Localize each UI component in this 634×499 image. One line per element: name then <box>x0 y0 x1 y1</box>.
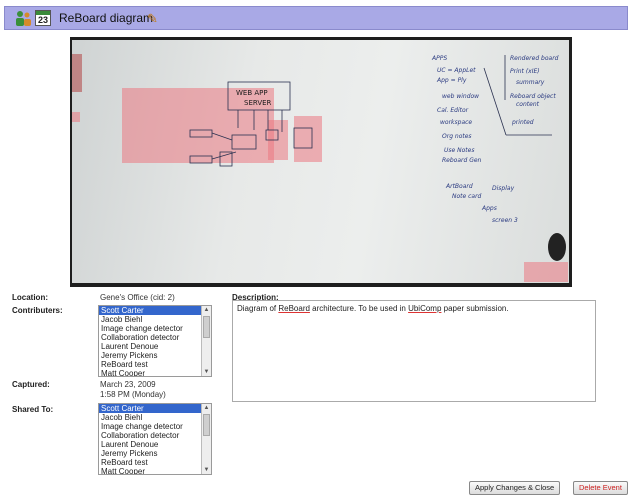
location-label: Location: <box>12 293 48 302</box>
description-textarea[interactable]: Diagram of ReBoard architecture. To be u… <box>232 300 596 402</box>
whiteboard-surface: APPS UC = AppLet App = Ply web window Cal. … <box>72 40 569 283</box>
whiteboard-drawing: APPS UC = AppLet App = Ply web window Cal. … <box>72 54 566 261</box>
list-item[interactable]: Matt Cooper <box>99 467 211 474</box>
list-item[interactable]: Jacob Biehl <box>99 315 211 324</box>
listbox-scrollbar[interactable]: ▲ ▼ <box>201 404 211 474</box>
svg-text:web window: web window <box>442 93 479 100</box>
scroll-thumb[interactable] <box>203 316 210 338</box>
calendar-icon: 23 <box>35 10 51 26</box>
captured-time: 1:58 PM (Monday) <box>100 390 166 399</box>
people-icon <box>16 11 31 26</box>
scroll-up-icon[interactable]: ▲ <box>202 306 211 314</box>
svg-text:App = Ply: App = Ply <box>436 77 467 84</box>
svg-text:summary: summary <box>516 79 545 86</box>
svg-text:Display: Display <box>492 185 515 192</box>
edit-pencil-icon[interactable]: ✎ <box>147 11 158 27</box>
svg-text:ArtBoard: ArtBoard <box>445 183 473 190</box>
svg-text:Reboard Gen: Reboard Gen <box>442 157 482 164</box>
title-bar: 23 ReBoard diagram ✎ <box>4 6 628 30</box>
contributers-listbox[interactable]: Scott Carter Jacob Biehl Image change dete… <box>98 305 212 377</box>
location-value: Gene's Office (cid: 2) <box>100 293 175 302</box>
list-item[interactable]: Jeremy Pickens <box>99 449 211 458</box>
apply-changes-button[interactable]: Apply Changes & Close <box>469 481 561 495</box>
scroll-down-icon[interactable]: ▼ <box>202 466 211 474</box>
svg-text:screen 3: screen 3 <box>492 217 518 224</box>
contributers-label: Contributers: <box>12 306 63 315</box>
list-item[interactable]: Collaboration detector <box>99 431 211 440</box>
list-item[interactable]: ReBoard test <box>99 360 211 369</box>
list-item[interactable]: ReBoard test <box>99 458 211 467</box>
marker-eraser-object <box>548 233 566 261</box>
description-text: UbiComp <box>408 304 442 313</box>
list-item[interactable]: Image change detector <box>99 324 211 333</box>
svg-text:Apps: Apps <box>481 205 497 212</box>
svg-text:content: content <box>516 101 540 108</box>
description-text: paper submission. <box>441 304 509 313</box>
svg-text:printed: printed <box>511 119 534 126</box>
svg-text:UC = AppLet: UC = AppLet <box>437 67 476 74</box>
svg-text:Org notes: Org notes <box>442 133 472 140</box>
captured-date: March 23, 2009 <box>100 380 156 389</box>
list-item[interactable]: Collaboration detector <box>99 333 211 342</box>
delete-event-button[interactable]: Delete Event <box>573 481 628 495</box>
list-item[interactable]: Scott Carter <box>99 404 211 413</box>
scroll-up-icon[interactable]: ▲ <box>202 404 211 412</box>
captured-label: Captured: <box>12 380 50 389</box>
svg-text:Cal. Editor: Cal. Editor <box>437 107 469 114</box>
page-title: ReBoard diagram <box>59 11 154 25</box>
list-item[interactable]: Jeremy Pickens <box>99 351 211 360</box>
list-item[interactable]: Laurent Denoue <box>99 440 211 449</box>
list-item[interactable]: Laurent Denoue <box>99 342 211 351</box>
svg-text:Use Notes: Use Notes <box>444 147 474 154</box>
svg-text:workspace: workspace <box>440 119 472 126</box>
list-item[interactable]: Scott Carter <box>99 306 211 315</box>
shared-to-label: Shared To: <box>12 405 54 414</box>
svg-text:Rendered board: Rendered board <box>510 55 559 62</box>
scroll-down-icon[interactable]: ▼ <box>202 368 211 376</box>
svg-text:Reboard object: Reboard object <box>510 93 556 100</box>
whiteboard-photo: APPS UC = AppLet App = Ply web window Cal. … <box>70 37 572 287</box>
svg-text:APPS: APPS <box>431 55 447 62</box>
svg-text:Print (xIE): Print (xIE) <box>510 68 540 75</box>
list-item[interactable]: Image change detector <box>99 422 211 431</box>
whiteboard-text: SERVER <box>244 99 272 107</box>
whiteboard-text: WEB APP <box>236 89 268 97</box>
list-item[interactable]: Jacob Biehl <box>99 413 211 422</box>
description-text: Diagram of <box>237 304 279 313</box>
scroll-thumb[interactable] <box>203 414 210 436</box>
list-item[interactable]: Matt Cooper <box>99 369 211 376</box>
listbox-scrollbar[interactable]: ▲ ▼ <box>201 306 211 376</box>
shared-to-listbox[interactable]: Scott Carter Jacob Biehl Image change dete… <box>98 403 212 475</box>
svg-text:Note card: Note card <box>452 193 482 200</box>
description-text: ReBoard <box>278 304 310 313</box>
description-text: architecture. To be used in <box>309 304 409 313</box>
